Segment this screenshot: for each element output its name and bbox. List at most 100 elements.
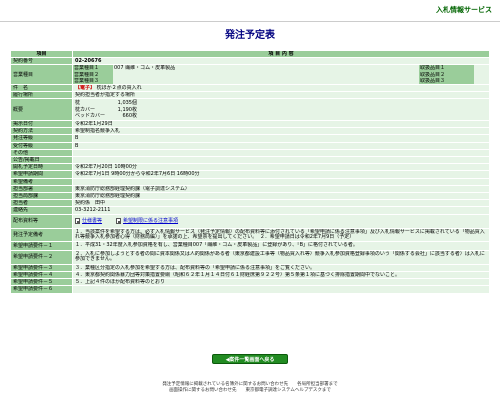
overview-item-name: ベッドカバー bbox=[75, 112, 106, 119]
table-row: 発注等級 B bbox=[10, 134, 490, 143]
application-period-label: 希望申請期間 bbox=[10, 170, 73, 179]
table-row: 希望申請要件－４ ４．東京都契約関係暴力団等対策措置要綱（昭和６２年１月１４日付… bbox=[10, 270, 490, 280]
location-value: 契約担当者が指定する場所 bbox=[72, 91, 490, 100]
footer: 発注予定情報に掲載されている名簿外に関するお問い合わせ先 各局所担当部署まで 画… bbox=[0, 382, 500, 394]
product-label: 取扱品目３ bbox=[419, 77, 474, 84]
requirement-label: 希望申請要件－５ bbox=[10, 278, 73, 287]
table-row: その他 bbox=[10, 148, 490, 158]
location-label: 履行場所 bbox=[10, 91, 73, 100]
requirement-label: 希望申請要件－２ bbox=[10, 249, 73, 265]
publish-date-label: 掲示日付 bbox=[10, 120, 73, 129]
overview-label: 概要 bbox=[10, 98, 73, 122]
table-row: 掲示日付 令和2年1月29日 bbox=[10, 120, 490, 129]
table-row: 希望申請要件－２ ２．入札に参加しようとする者の間に資本関係又は人的関係がある者… bbox=[10, 249, 490, 265]
subject-text: 枕ほか２点の買入れ bbox=[96, 85, 142, 92]
requirement-label: 希望申請要件－３ bbox=[10, 263, 73, 272]
table-row: 配布資料等 仕様書等 希望制限に係る注意事項 bbox=[10, 213, 490, 229]
top-bar: 入札情報サービス bbox=[0, 0, 500, 22]
other-value bbox=[72, 148, 490, 158]
contract-no-label: 契約番号 bbox=[10, 57, 73, 66]
category-row: 営業種目３ 取扱品目３ bbox=[73, 77, 489, 84]
category-table: 営業種目１ 007 繊維・ゴム・皮革製品 取扱品目１ 営業種目２ 取扱品目２ 営… bbox=[73, 65, 489, 84]
contact-label: 連絡先 bbox=[10, 206, 73, 215]
requirement-value: ２．入札に参加しようとする者の間に資本関係又は人的関係がある者（東京都建設工事等… bbox=[72, 249, 490, 265]
table-row: 希望申請要件－１ １．平成31・32年度入札参加資格を有し、営業種目007「繊維… bbox=[10, 241, 490, 251]
application-notes-link-label[interactable]: 希望制限に係る注意事項 bbox=[123, 218, 178, 224]
table-row: 希望申請要件－６ bbox=[10, 285, 490, 294]
business-type-value: 営業種目１ 007 繊維・ゴム・皮革製品 取扱品目１ 営業種目２ 取扱品目２ 営… bbox=[72, 64, 490, 86]
specification-link-label[interactable]: 仕様書等 bbox=[82, 218, 102, 224]
table-row: 希望申請要件－５ ５．上記４件のほか配布資料等のとおり bbox=[10, 278, 490, 287]
accept-grade-label: 受付等級 bbox=[10, 141, 73, 150]
table-row: 連絡先 03-3212-2111 bbox=[10, 206, 490, 215]
remarks-label: 希望備考 bbox=[10, 177, 73, 186]
person-value: 契約係 田中 bbox=[72, 199, 490, 208]
announce-value bbox=[72, 156, 490, 165]
overview-value: 枕 1,035個 枕カバー 1,190枚 ベッドカバー 660枚 bbox=[72, 98, 490, 122]
page-title: 発注予定表 bbox=[225, 30, 275, 41]
table-row: 契約方法 希望制指名競争入札 bbox=[10, 127, 490, 136]
requirement-label: 希望申請要件－１ bbox=[10, 241, 73, 251]
requirement-value: ４．東京都契約関係暴力団等対策措置要綱（昭和６２年１月１４日付６１財経庶第９２２… bbox=[72, 270, 490, 280]
table-row: 担当部署 東京消防庁総務部経理契約課（電子調達システム） bbox=[10, 184, 490, 194]
application-notes-link[interactable]: 希望制限に係る注意事項 bbox=[116, 218, 178, 225]
requirement-label: 希望申請要件－４ bbox=[10, 270, 73, 280]
business-type-label: 営業種目 bbox=[10, 64, 73, 86]
remarks-value bbox=[72, 177, 490, 186]
material-links: 仕様書等 希望制限に係る注意事項 bbox=[75, 218, 487, 225]
back-to-list-button[interactable]: ◀案件一覧画面へ戻る bbox=[212, 354, 288, 364]
contract-method-value: 希望制指名競争入札 bbox=[72, 127, 490, 136]
category-value bbox=[113, 77, 419, 84]
table-row: 受付等級 B bbox=[10, 141, 490, 150]
other-label: その他 bbox=[10, 148, 73, 158]
table-row: 契約番号 02-20676 bbox=[10, 57, 490, 66]
table-row: 営業種目 営業種目１ 007 繊維・ゴム・皮革製品 取扱品目１ 営業種目２ 取扱… bbox=[10, 64, 490, 86]
contract-no-value: 02-20676 bbox=[72, 57, 490, 66]
section-label: 担当局部課 bbox=[10, 192, 73, 201]
document-icon bbox=[116, 218, 122, 225]
notes-label: 発注予定備考 bbox=[10, 227, 73, 243]
contact-value: 03-3212-2111 bbox=[72, 206, 490, 215]
order-grade-label: 発注等級 bbox=[10, 134, 73, 143]
announce-label: 公告/掲載日 bbox=[10, 156, 73, 165]
category-label: 営業種目３ bbox=[73, 77, 113, 84]
electronic-tag: 【電子】 bbox=[75, 85, 96, 92]
specification-link[interactable]: 仕様書等 bbox=[75, 218, 102, 225]
open-date-label: 開札予定日時 bbox=[10, 163, 73, 172]
accept-grade-value: B bbox=[72, 141, 490, 150]
requirement-value bbox=[72, 285, 490, 294]
table-row: 担当者 契約係 田中 bbox=[10, 199, 490, 208]
table-row: 希望申請要件－３ ３．業種区分指定の入札参加を希望する方は、配布資料等の「希望申… bbox=[10, 263, 490, 272]
table-row: 履行場所 契約担当者が指定する場所 bbox=[10, 91, 490, 100]
order-grade-value: B bbox=[72, 134, 490, 143]
section-value: 東京消防庁総務部経理契約課 bbox=[72, 192, 490, 201]
overview-item: ベッドカバー 660枚 bbox=[75, 113, 487, 119]
table-row: 希望備考 bbox=[10, 177, 490, 186]
column-header-item: 項目 bbox=[10, 49, 73, 59]
service-title: 入札情報サービス bbox=[436, 6, 492, 14]
table-row: 開札予定日時 令和2年7月20日 10時00分 bbox=[10, 163, 490, 172]
table-row: 希望申請期間 令和2年7月1日 9時00分から令和2年7月6日 16時00分 bbox=[10, 170, 490, 179]
column-header-content: 項 目 内 容 bbox=[72, 49, 490, 59]
office-label: 担当部署 bbox=[10, 184, 73, 194]
subject-value: 【電子】 枕ほか２点の買入れ bbox=[72, 84, 490, 93]
person-label: 担当者 bbox=[10, 199, 73, 208]
requirement-label: 希望申請要件－６ bbox=[10, 285, 73, 294]
materials-label: 配布資料等 bbox=[10, 213, 73, 229]
requirement-value: ３．業種区分指定の入札参加を希望する方は、配布資料等の「希望申請に係る注意事項」… bbox=[72, 263, 490, 272]
requirement-value: ５．上記４件のほか配布資料等のとおり bbox=[72, 278, 490, 287]
office-value: 東京消防庁総務部経理契約課（電子調達システム） bbox=[72, 184, 490, 194]
table-row: 公告/掲載日 bbox=[10, 156, 490, 165]
table-row: 概要 枕 1,035個 枕カバー 1,190枚 ベッドカバー 660枚 bbox=[10, 98, 490, 122]
contract-method-label: 契約方法 bbox=[10, 127, 73, 136]
table-row: 発注予定備考 １．当該案件を希望する方は、必ず入札情報サービス（発注予定情報）の… bbox=[10, 227, 490, 243]
product-value bbox=[474, 77, 489, 84]
materials-value: 仕様書等 希望制限に係る注意事項 bbox=[72, 213, 490, 229]
table-row: 担当局部課 東京消防庁総務部経理契約課 bbox=[10, 192, 490, 201]
requirement-value: １．平成31・32年度入札参加資格を有し、営業種目007「繊維・ゴム・皮革製品」… bbox=[72, 241, 490, 251]
subject-label: 件 名 bbox=[10, 84, 73, 93]
overview-item-qty: 660枚 bbox=[122, 112, 137, 119]
open-date-value: 令和2年7月20日 10時00分 bbox=[72, 163, 490, 172]
document-icon bbox=[75, 218, 80, 225]
footer-helpdesk-line: 画面操作に関するお問い合わせ先 東京都電子調達システムヘルプデスクまで bbox=[169, 388, 331, 393]
